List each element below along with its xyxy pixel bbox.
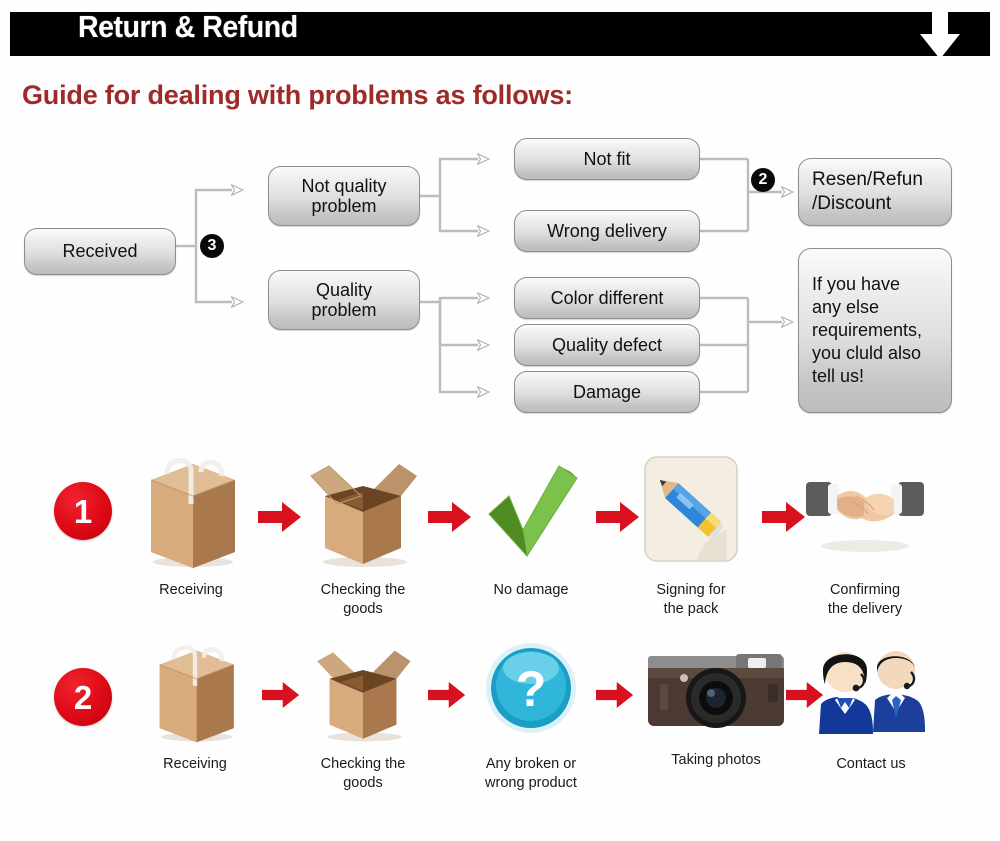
process-step-label: Any broken or wrong product bbox=[485, 756, 577, 791]
step-number-label: 1 bbox=[73, 492, 93, 530]
flow-node-label: Not quality problem bbox=[301, 175, 387, 216]
process-step[interactable]: Receiving bbox=[134, 640, 256, 774]
process-step[interactable]: Contact us bbox=[810, 640, 932, 774]
step-number-badge-1: 1 bbox=[54, 482, 112, 540]
guide-heading: Guide for dealing with problems as follo… bbox=[22, 80, 573, 110]
flow-node-quality-problem[interactable]: Quality problem bbox=[268, 270, 420, 330]
process-step-label: Signing for the pack bbox=[656, 582, 726, 617]
arrow-right-icon bbox=[596, 680, 640, 714]
flow-node-received[interactable]: Received bbox=[24, 228, 176, 275]
process-step-label: Checking the goods bbox=[320, 756, 406, 791]
pencil-sign-icon bbox=[644, 456, 738, 562]
process-step[interactable]: ? Any broken or wrong product bbox=[470, 640, 592, 792]
process-step-label: Contact us bbox=[836, 756, 906, 772]
process-step-label: Checking the goods bbox=[320, 582, 406, 617]
badge-step-2: 2 bbox=[751, 168, 775, 192]
flow-node-label: Received bbox=[62, 241, 138, 262]
handshake-icon bbox=[806, 482, 924, 552]
process-step-label: Taking photos bbox=[671, 752, 761, 768]
flow-node-damage[interactable]: Damage bbox=[514, 371, 700, 413]
arrow-down-icon bbox=[920, 6, 960, 59]
flow-node-not-fit[interactable]: Not fit bbox=[514, 138, 700, 180]
process-step-label: Receiving bbox=[163, 756, 227, 772]
flow-node-label: Wrong delivery bbox=[547, 220, 667, 241]
camera-icon bbox=[648, 654, 784, 728]
flow-node-wrong-delivery[interactable]: Wrong delivery bbox=[514, 210, 700, 252]
process-step[interactable]: Signing for the pack bbox=[630, 452, 752, 618]
badge-label: 2 bbox=[758, 171, 768, 188]
page-title: Return & Refund bbox=[78, 9, 298, 44]
arrow-right-icon bbox=[428, 680, 472, 714]
question-mark-icon: ? bbox=[486, 643, 576, 733]
process-step-label: Confirming the delivery bbox=[827, 582, 903, 617]
badge-label: 3 bbox=[207, 237, 217, 254]
flow-node-label: If you have any else requirements, you c… bbox=[812, 273, 923, 387]
process-step[interactable]: Taking photos bbox=[636, 644, 796, 770]
arrow-right-icon bbox=[262, 680, 306, 714]
flow-node-any-else-requirements[interactable]: If you have any else requirements, you c… bbox=[798, 248, 952, 413]
flow-node-label: Resen/Refun /Discount bbox=[812, 168, 923, 214]
open-box-icon bbox=[310, 464, 417, 567]
process-step-label: No damage bbox=[493, 582, 569, 598]
process-step-label: Receiving bbox=[159, 582, 223, 598]
open-box-icon bbox=[317, 650, 411, 742]
process-row-1: 1 Receiving Checking the goods No damage… bbox=[0, 452, 1000, 642]
flow-node-resend-refund-discount[interactable]: Resen/Refun /Discount bbox=[798, 158, 952, 226]
process-step[interactable]: Confirming the delivery bbox=[800, 452, 930, 618]
process-step[interactable]: Checking the goods bbox=[302, 452, 424, 618]
process-step[interactable]: Checking the goods bbox=[302, 640, 424, 792]
process-step[interactable]: Receiving bbox=[130, 452, 252, 600]
flow-node-label: Quality problem bbox=[311, 279, 377, 320]
flow-node-not-quality-problem[interactable]: Not quality problem bbox=[268, 166, 420, 226]
returns-flowchart: Received 3 Not quality problem Quality p… bbox=[0, 130, 1000, 430]
flow-node-label: Not fit bbox=[583, 148, 631, 169]
flow-node-label: Damage bbox=[572, 381, 642, 402]
svg-text:?: ? bbox=[516, 661, 547, 717]
step-number-badge-2: 2 bbox=[54, 668, 112, 726]
sealed-box-icon bbox=[150, 458, 236, 568]
step-number-label: 2 bbox=[73, 678, 93, 716]
sealed-box-icon bbox=[159, 645, 234, 743]
flow-node-label: Color different bbox=[550, 287, 664, 308]
flow-node-label: Quality defect bbox=[551, 334, 663, 355]
process-row-2: 2 Receiving Checking the goods ? Any bro… bbox=[0, 640, 1000, 830]
process-step[interactable]: No damage bbox=[470, 452, 592, 600]
badge-step-3: 3 bbox=[200, 234, 224, 258]
arrow-right-icon bbox=[258, 500, 302, 534]
flow-node-color-different[interactable]: Color different bbox=[514, 277, 700, 319]
green-check-icon bbox=[488, 465, 578, 557]
support-agents-icon bbox=[819, 651, 925, 734]
flow-node-quality-defect[interactable]: Quality defect bbox=[514, 324, 700, 366]
arrow-right-icon bbox=[428, 500, 472, 534]
